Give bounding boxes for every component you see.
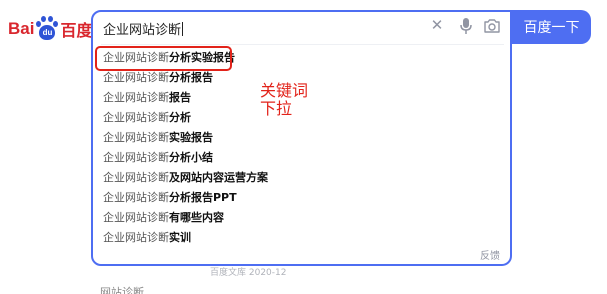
annotation-highlight-box [95,46,232,71]
search-button[interactable]: 百度一下 [512,10,591,44]
suggestion-completion: 有哪些内容 [169,211,224,224]
suggestion-prefix: 企业网站诊断 [103,71,169,84]
feedback-link[interactable]: 反馈 [480,247,500,262]
paw-text: du [39,25,56,40]
camera-icon[interactable] [483,18,501,34]
suggestion-prefix: 企业网站诊断 [103,131,169,144]
suggestion-completion: 分析报告 [169,71,213,84]
background-result-meta: 百度文库 2020-12 [210,268,287,278]
search-box: 企业网站诊断 ✕ 企业网站诊断分析实验报告 企业网站诊断分析报告 企业网站诊断报… [91,10,512,266]
baidu-logo[interactable]: Bai du 百度 [8,14,92,44]
suggestion-completion: 分析小结 [169,151,213,164]
paw-icon: du [35,16,59,42]
annotation-line-2: 下拉 [260,99,293,118]
annotation-line-1: 关键词 [260,81,309,100]
suggestion-prefix: 企业网站诊断 [103,171,169,184]
text-caret [182,22,184,36]
suggestion-completion: 报告 [169,91,191,104]
suggestion-prefix: 企业网站诊断 [103,191,169,204]
suggestion-completion: 分析 [169,111,191,124]
suggestion-item[interactable]: 企业网站诊断有哪些内容 [93,208,510,228]
suggestion-completion: 分析报告PPT [169,191,237,204]
suggestion-item[interactable]: 企业网站诊断实验报告 [93,128,510,148]
suggestion-prefix: 企业网站诊断 [103,111,169,124]
suggestion-item[interactable]: 企业网站诊断及网站内容运营方案 [93,168,510,188]
suggestion-prefix: 企业网站诊断 [103,231,169,244]
logo-text-chinese: 百度 [60,21,93,40]
divider [101,44,504,45]
suggestion-item[interactable]: 企业网站诊断实训 [93,228,510,248]
search-input-row[interactable]: 企业网站诊断 ✕ [93,12,510,44]
suggestion-item[interactable]: 企业网站诊断分析报告PPT [93,188,510,208]
annotation-label: 关键词 下拉 [260,82,320,118]
suggestion-prefix: 企业网站诊断 [103,151,169,164]
suggestion-prefix: 企业网站诊断 [103,211,169,224]
logo-text-latin: Bai [8,19,35,38]
suggestion-completion: 实验报告 [169,131,213,144]
search-query-text: 企业网站诊断 [103,23,182,38]
close-icon[interactable]: ✕ [429,18,445,34]
suggestion-completion: 及网站内容运营方案 [169,171,268,184]
microphone-icon[interactable] [459,17,473,35]
suggestion-completion: 实训 [169,231,191,244]
suggestion-item[interactable]: 企业网站诊断分析小结 [93,148,510,168]
search-input[interactable]: 企业网站诊断 [103,19,184,38]
suggestion-prefix: 企业网站诊断 [103,91,169,104]
suggestion-list: 企业网站诊断分析实验报告 企业网站诊断分析报告 企业网站诊断报告 企业网站诊断分… [93,48,510,248]
background-result-title[interactable]: 网站诊断 [100,284,144,294]
